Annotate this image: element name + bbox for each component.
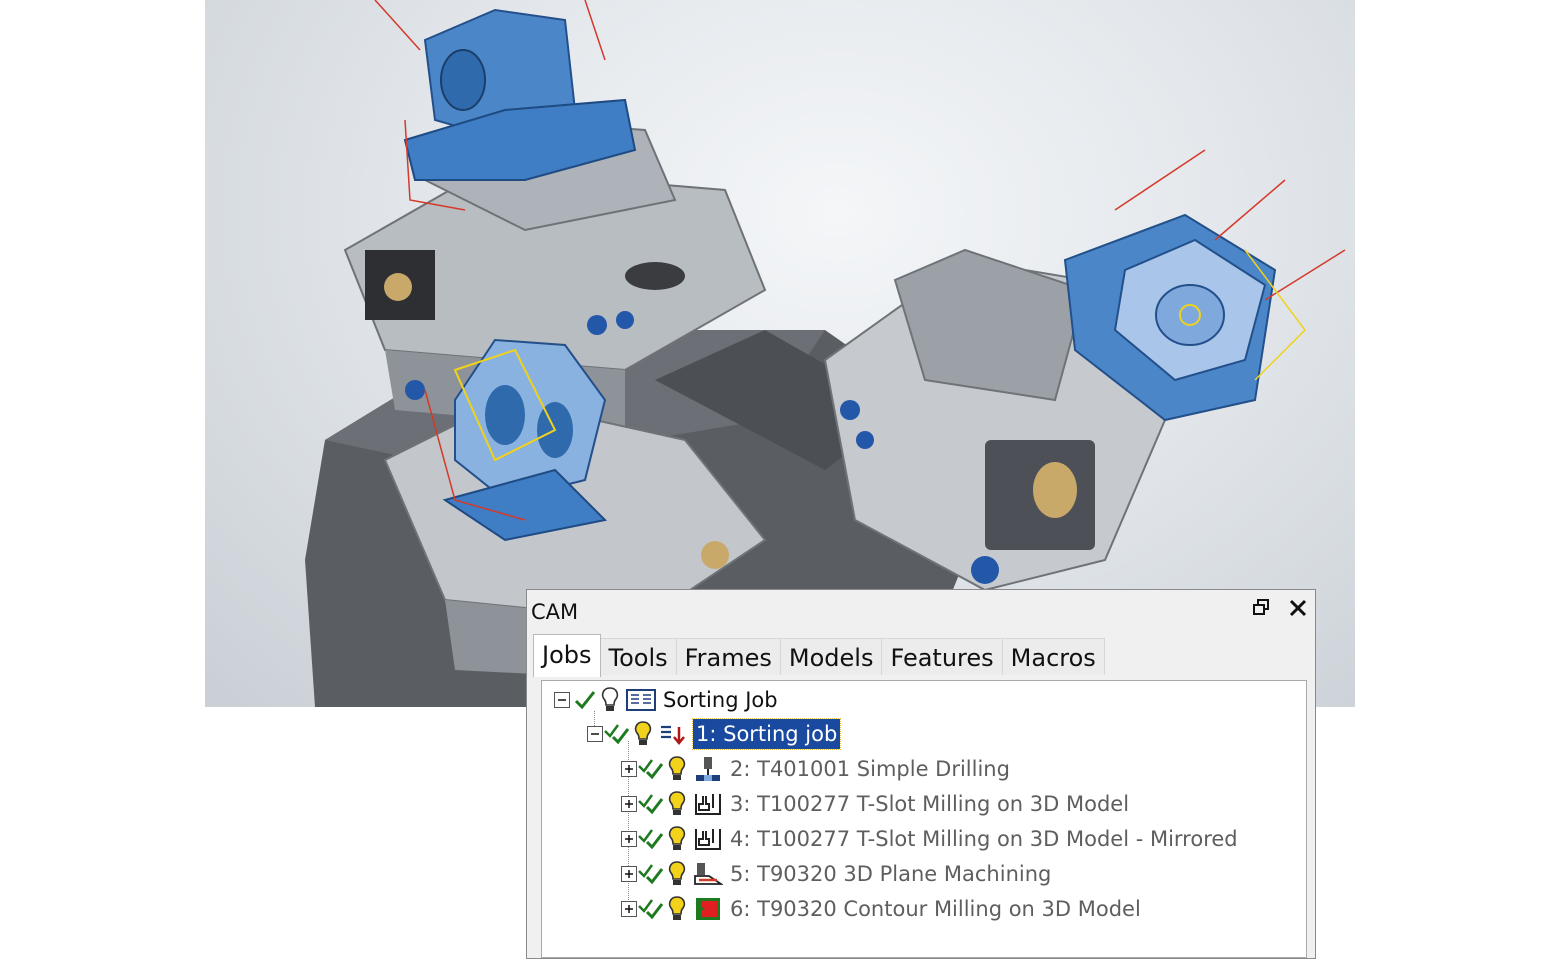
tree-row-job-3[interactable]: 3: T100277 T-Slot Milling on 3D Model: [621, 788, 1132, 820]
collapse-icon[interactable]: [587, 726, 603, 742]
plane-machining-icon: [694, 863, 723, 885]
tab-frames[interactable]: Frames: [675, 638, 781, 675]
double-check-icon: [638, 899, 664, 920]
tab-macros[interactable]: Macros: [1001, 638, 1105, 675]
tab-jobs[interactable]: Jobs: [533, 634, 601, 677]
tab-tools[interactable]: Tools: [599, 638, 677, 675]
bulb-on-icon: [668, 791, 686, 815]
job-tree[interactable]: Sorting Job 1: Sorting job 2: T401001 Si…: [541, 680, 1307, 958]
t-slot-icon: [695, 829, 721, 850]
tree-label-job-5[interactable]: 5: T90320 3D Plane Machining: [727, 859, 1054, 889]
double-check-icon: [638, 794, 664, 815]
tree-label-job-6[interactable]: 6: T90320 Contour Milling on 3D Model: [727, 894, 1144, 924]
expand-icon[interactable]: [621, 761, 637, 777]
tree-row-sorting-job[interactable]: 1: Sorting job: [587, 718, 842, 750]
contour-milling-icon: [696, 898, 720, 920]
expand-icon[interactable]: [621, 866, 637, 882]
sort-icon: [661, 725, 685, 745]
job-list-icon: [626, 689, 656, 711]
expand-icon[interactable]: [621, 901, 637, 917]
tab-bar: Jobs Tools Frames Models Features Macros: [533, 634, 1105, 677]
close-icon[interactable]: [1286, 596, 1310, 620]
expand-icon[interactable]: [621, 796, 637, 812]
tree-label-job-2[interactable]: 2: T401001 Simple Drilling: [727, 754, 1013, 784]
tree-label-job-3[interactable]: 3: T100277 T-Slot Milling on 3D Model: [727, 789, 1132, 819]
tree-row-job-6[interactable]: 6: T90320 Contour Milling on 3D Model: [621, 893, 1144, 925]
bulb-on-icon: [668, 861, 686, 885]
collapse-icon[interactable]: [554, 692, 570, 708]
double-check-icon: [638, 864, 664, 885]
tree-label-root[interactable]: Sorting Job: [660, 685, 781, 715]
cam-panel: CAM Jobs Tools Frames Models Features Ma…: [526, 589, 1316, 959]
tree-row-job-5[interactable]: 5: T90320 3D Plane Machining: [621, 858, 1054, 890]
panel-title: CAM: [531, 600, 579, 624]
bulb-on-icon: [668, 826, 686, 850]
bulb-on-icon: [668, 896, 686, 920]
t-slot-icon: [695, 794, 721, 815]
bulb-on-icon: [668, 756, 686, 780]
tree-row-job-4[interactable]: 4: T100277 T-Slot Milling on 3D Model - …: [621, 823, 1241, 855]
expand-icon[interactable]: [621, 831, 637, 847]
tab-models[interactable]: Models: [779, 638, 883, 675]
tab-features[interactable]: Features: [881, 638, 1003, 675]
double-check-icon: [604, 724, 630, 745]
check-icon: [574, 691, 596, 710]
tree-label-sorting-job[interactable]: 1: Sorting job: [691, 718, 842, 750]
bulb-on-icon: [634, 721, 652, 745]
restore-window-icon[interactable]: [1250, 596, 1274, 620]
bulb-off-icon: [601, 687, 619, 711]
double-check-icon: [638, 759, 664, 780]
tree-row-job-2[interactable]: 2: T401001 Simple Drilling: [621, 753, 1013, 785]
drilling-icon: [696, 757, 720, 781]
tree-label-job-4[interactable]: 4: T100277 T-Slot Milling on 3D Model - …: [727, 824, 1241, 854]
tree-row-root[interactable]: Sorting Job: [554, 684, 781, 716]
double-check-icon: [638, 829, 664, 850]
